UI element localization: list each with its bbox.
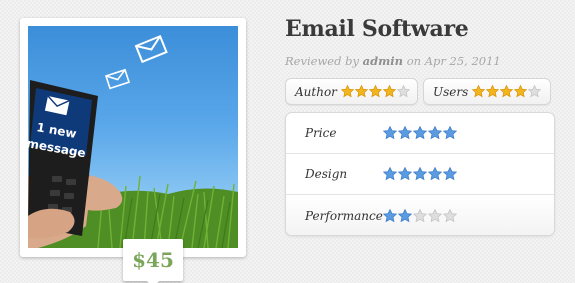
envelope-icon	[188, 26, 227, 32]
star-filled-icon	[383, 126, 397, 140]
rating-stars-design	[383, 167, 458, 181]
price-value: $45	[132, 248, 174, 272]
review-byline: Reviewed by admin on Apr 25, 2011	[285, 54, 501, 68]
product-image: 1 new message	[28, 26, 238, 248]
users-rating-pill: Users	[423, 78, 551, 105]
rating-row-performance: Performance	[286, 195, 554, 235]
star-filled-icon	[354, 85, 368, 98]
star-filled-icon	[428, 126, 442, 140]
star-empty-icon	[428, 208, 442, 222]
star-filled-icon	[443, 167, 457, 181]
rating-stars-price	[383, 126, 458, 140]
star-filled-icon	[413, 126, 427, 140]
rating-label-performance: Performance	[305, 208, 383, 223]
star-filled-icon	[472, 85, 486, 98]
byline-date-prefix: on	[406, 54, 422, 68]
star-filled-icon	[398, 167, 412, 181]
price-tag: $45	[123, 239, 183, 283]
star-filled-icon	[368, 85, 382, 98]
star-filled-icon	[398, 126, 412, 140]
author-rating-stars	[340, 85, 411, 98]
star-empty-icon	[528, 85, 542, 98]
envelope-icon	[134, 34, 168, 64]
star-empty-icon	[443, 208, 457, 222]
star-filled-icon	[340, 85, 354, 98]
byline-date: Apr 25, 2011	[424, 54, 501, 68]
star-empty-icon	[413, 208, 427, 222]
star-filled-icon	[383, 167, 397, 181]
envelope-icon	[104, 68, 131, 90]
product-photo-card: 1 new message $45	[20, 18, 246, 283]
star-filled-icon	[500, 85, 514, 98]
star-empty-icon	[396, 85, 410, 98]
rating-stars-performance	[383, 208, 458, 223]
author-rating-pill: Author	[285, 78, 418, 105]
byline-author-link[interactable]: admin	[363, 54, 403, 68]
rating-row-design: Design	[286, 154, 554, 195]
rating-label-price: Price	[305, 126, 337, 140]
star-filled-icon	[428, 167, 442, 181]
star-filled-icon	[443, 126, 457, 140]
author-rating-label: Author	[295, 84, 337, 99]
star-filled-icon	[382, 85, 396, 98]
star-filled-icon	[486, 85, 500, 98]
star-filled-icon	[413, 167, 427, 181]
byline-prefix: Reviewed by	[285, 54, 359, 68]
star-filled-icon	[383, 208, 397, 222]
rating-label-design: Design	[305, 167, 348, 181]
users-rating-stars	[472, 85, 542, 98]
detail-ratings-panel: Price Design Performance	[285, 112, 555, 236]
product-title: Email Software	[285, 16, 469, 42]
star-filled-icon	[514, 85, 528, 98]
star-filled-icon	[398, 208, 412, 222]
rating-row-price: Price	[286, 113, 554, 154]
users-rating-label: Users	[433, 84, 469, 99]
